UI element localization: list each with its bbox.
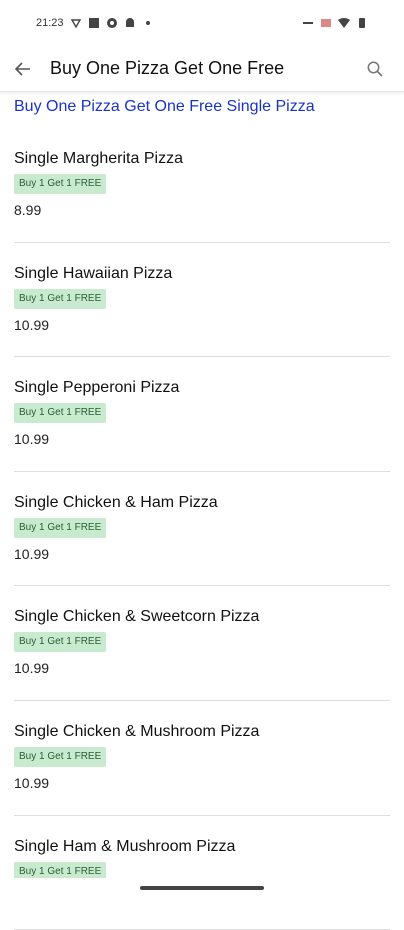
battery-icon [359, 18, 365, 28]
status-bar: 21:23 [0, 0, 404, 46]
menu-item[interactable]: Single Pepperoni Pizza Buy 1 Get 1 FREE … [0, 357, 404, 472]
dot-icon [145, 21, 150, 25]
app-bar: Buy One Pizza Get One Free [0, 46, 404, 92]
link-icon [303, 22, 313, 24]
gesture-handle[interactable] [140, 886, 264, 890]
menu-item[interactable]: Single Ham & Mushroom Pizza Buy 1 Get 1 … [0, 816, 404, 930]
offer-badge: Buy 1 Get 1 FREE [14, 517, 107, 538]
search-button[interactable] [352, 46, 398, 92]
item-name: Single Chicken & Ham Pizza [14, 493, 218, 511]
item-name: Single Margherita Pizza [14, 150, 183, 167]
item-price: 8.99 [14, 202, 42, 218]
item-name: Single Ham & Mushroom Pizza [14, 837, 236, 855]
status-left: 21:23 [36, 17, 154, 29]
arrow-left-icon [14, 61, 30, 76]
back-button[interactable] [0, 46, 46, 92]
status-right [302, 17, 368, 29]
offer-badge: Buy 1 Get 1 FREE [14, 746, 107, 767]
item-price: 10.99 [14, 774, 50, 791]
item-name: Single Hawaiian Pizza [14, 264, 173, 282]
app-square-icon [88, 18, 99, 28]
mute-icon [321, 19, 331, 27]
menu-item[interactable]: Single Chicken & Sweetcorn Pizza Buy 1 G… [0, 586, 404, 701]
offer-badge: Buy 1 Get 1 FREE [14, 632, 107, 653]
menu-item[interactable]: Single Margherita Pizza Buy 1 Get 1 FREE… [0, 128, 404, 243]
menu-item[interactable]: Single Chicken & Mushroom Pizza Buy 1 Ge… [0, 701, 404, 816]
offer-badge: Buy 1 Get 1 FREE [14, 403, 107, 424]
notification-icon [70, 19, 81, 29]
item-price: 10.99 [14, 660, 50, 677]
menu-item[interactable]: Single Hawaiian Pizza Buy 1 Get 1 FREE 1… [0, 243, 404, 358]
offer-badge: Buy 1 Get 1 FREE [14, 174, 107, 194]
item-name: Single Pepperoni Pizza [14, 379, 180, 397]
sync-icon [106, 18, 117, 28]
item-price: 10.99 [14, 316, 50, 333]
wifi-icon [338, 18, 350, 28]
item-price: 10.99 [14, 545, 50, 562]
status-time: 21:23 [36, 17, 64, 29]
android-icon [125, 18, 134, 27]
item-name: Single Chicken & Sweetcorn Pizza [14, 608, 260, 626]
page-title: Buy One Pizza Get One Free [50, 58, 285, 78]
section-heading: Buy One Pizza Get One Free Single Pizza [14, 98, 315, 115]
item-price: 10.99 [14, 431, 50, 448]
item-name: Single Chicken & Mushroom Pizza [14, 722, 260, 740]
offer-badge: Buy 1 Get 1 FREE [14, 288, 107, 309]
menu-list: Single Margherita Pizza Buy 1 Get 1 FREE… [0, 128, 404, 930]
search-icon [367, 61, 383, 77]
menu-item[interactable]: Single Chicken & Ham Pizza Buy 1 Get 1 F… [0, 472, 404, 587]
